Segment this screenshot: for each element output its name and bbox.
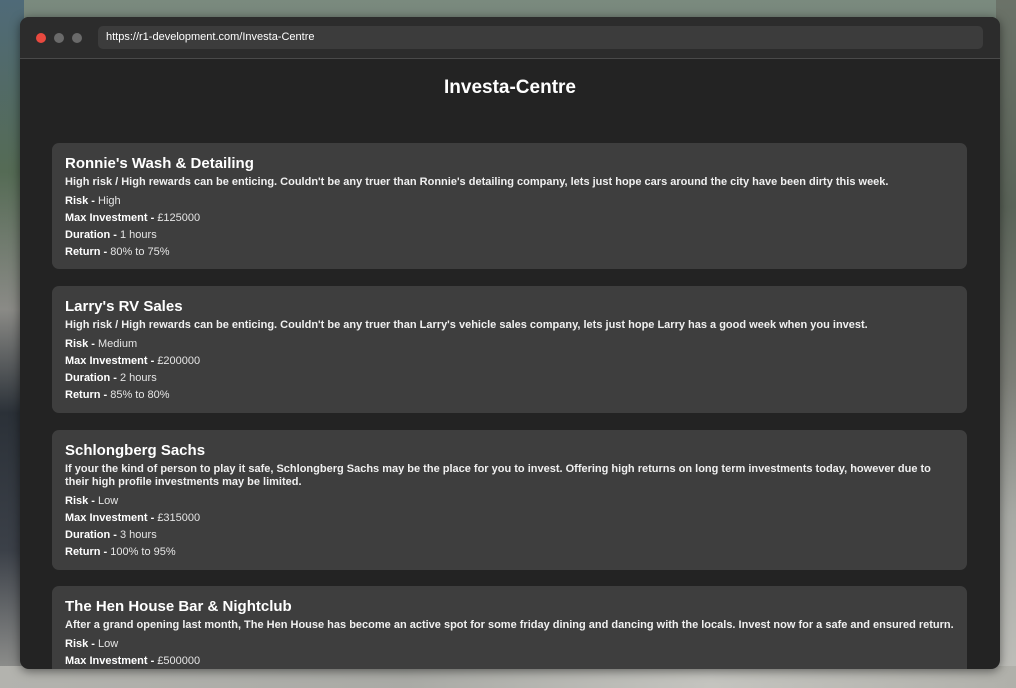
browser-window: https://r1-development.com/Investa-Centr…	[20, 17, 1000, 669]
risk-value: Low	[98, 495, 119, 507]
minimize-window-button[interactable]	[54, 33, 64, 43]
investment-description: High risk / High rewards can be enticing…	[65, 319, 868, 331]
duration-row: Duration - 3 hours	[65, 527, 955, 544]
max-investment-row: Max Investment - £125000	[65, 210, 955, 227]
investment-name: Schlongberg Sachs	[65, 442, 206, 459]
title-bar: https://r1-development.com/Investa-Centr…	[20, 17, 1000, 59]
max-investment-value: £200000	[157, 355, 201, 367]
investment-name: Larry's RV Sales	[65, 298, 183, 315]
duration-value: 1 hours	[120, 229, 157, 241]
investment-card: Larry's RV Sales High risk / High reward…	[52, 286, 967, 413]
duration-value: 2 hours	[120, 372, 157, 384]
return-value: 80% to 75%	[110, 246, 170, 258]
max-investment-label: Max Investment -	[65, 212, 158, 224]
max-investment-value: £315000	[157, 512, 201, 524]
risk-row: Risk - Medium	[65, 336, 955, 353]
duration-label: Duration -	[65, 529, 120, 541]
duration-label: Duration -	[65, 229, 120, 241]
duration-value: 3 hours	[120, 529, 157, 541]
max-investment-row: Max Investment - £500000	[65, 653, 955, 669]
return-value: 85% to 80%	[110, 389, 170, 401]
return-value: 100% to 95%	[110, 546, 176, 558]
max-investment-row: Max Investment - £315000	[65, 510, 955, 527]
return-row: Return - 85% to 80%	[65, 387, 955, 404]
risk-value: Medium	[98, 338, 138, 350]
risk-label: Risk -	[65, 495, 99, 507]
page-content[interactable]: Investa-Centre Ronnie's Wash & Detailing…	[20, 59, 1000, 669]
risk-value: High	[98, 195, 121, 207]
max-investment-value: £500000	[157, 655, 201, 667]
return-label: Return -	[65, 246, 111, 258]
investment-description: After a grand opening last month, The He…	[65, 619, 954, 631]
return-row: Return - 80% to 75%	[65, 244, 955, 261]
investment-card: Ronnie's Wash & Detailing High risk / Hi…	[52, 143, 967, 269]
return-row: Return - 100% to 95%	[65, 544, 955, 561]
address-bar[interactable]: https://r1-development.com/Investa-Centr…	[98, 26, 983, 49]
max-investment-value: £125000	[157, 212, 201, 224]
max-investment-label: Max Investment -	[65, 512, 158, 524]
risk-row: Risk - Low	[65, 493, 955, 510]
investment-card: Schlongberg Sachs If your the kind of pe…	[52, 430, 967, 570]
background-bottom	[0, 666, 1016, 688]
return-label: Return -	[65, 546, 111, 558]
risk-row: Risk - High	[65, 193, 955, 210]
maximize-window-button[interactable]	[72, 33, 82, 43]
investment-name: Ronnie's Wash & Detailing	[65, 155, 254, 172]
page-title: Investa-Centre	[444, 77, 576, 98]
investment-name: The Hen House Bar & Nightclub	[65, 598, 292, 615]
return-label: Return -	[65, 389, 111, 401]
duration-label: Duration -	[65, 372, 120, 384]
investment-description: If your the kind of person to play it sa…	[65, 463, 931, 488]
risk-label: Risk -	[65, 638, 99, 650]
max-investment-row: Max Investment - £200000	[65, 353, 955, 370]
investment-description: High risk / High rewards can be enticing…	[65, 176, 889, 188]
risk-value: Low	[98, 638, 119, 650]
close-window-button[interactable]	[36, 33, 46, 43]
max-investment-label: Max Investment -	[65, 355, 158, 367]
investment-card: The Hen House Bar & Nightclub After a gr…	[52, 586, 967, 669]
risk-label: Risk -	[65, 338, 99, 350]
max-investment-label: Max Investment -	[65, 655, 158, 667]
duration-row: Duration - 2 hours	[65, 370, 955, 387]
risk-label: Risk -	[65, 195, 99, 207]
risk-row: Risk - Low	[65, 636, 955, 653]
duration-row: Duration - 1 hours	[65, 227, 955, 244]
